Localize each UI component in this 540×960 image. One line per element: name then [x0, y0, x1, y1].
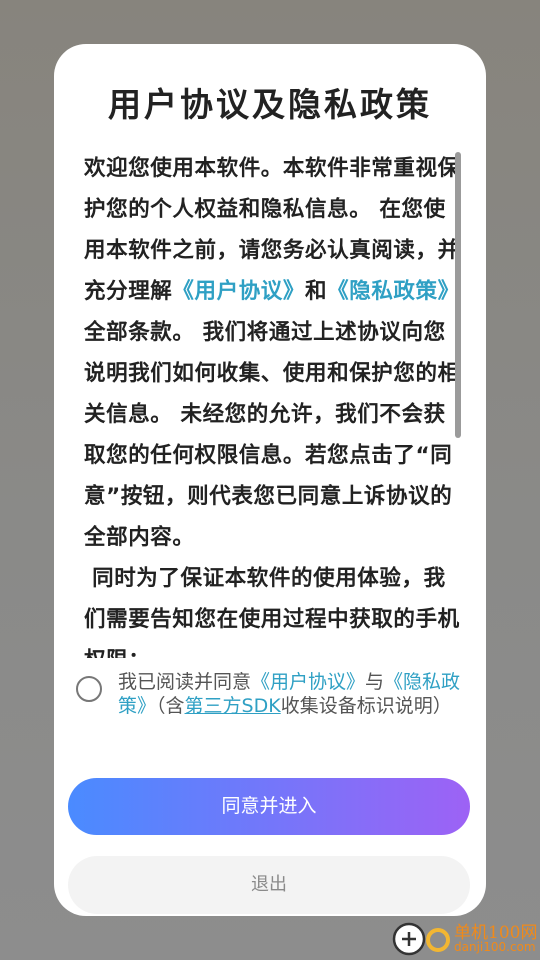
- agreement-paragraph-2: 同时为了保证本软件的使用体验，我们需要告知您在使用过程中获取的手机权限：: [84, 566, 460, 658]
- consent-user-agreement-link[interactable]: 《用户协议》: [251, 671, 365, 693]
- agreement-body: 欢迎您使用本软件。本软件非常重视保护您的个人权益和隐私信息。 在您使用本软件之前…: [84, 148, 464, 658]
- watermark-url: danji100.com: [454, 940, 536, 954]
- consent-text: 我已阅读并同意《用户协议》与《隐私政策》（含第三方SDK收集设备标识说明）: [118, 670, 474, 718]
- watermark-ring-icon: [426, 928, 450, 952]
- agree-and-enter-button[interactable]: 同意并进入: [68, 778, 470, 835]
- consent-prefix: 我已阅读并同意: [118, 671, 252, 693]
- site-watermark: 单机100网 danji100.com: [390, 916, 540, 960]
- consent-and: 与: [365, 671, 385, 693]
- scrollbar-thumb[interactable]: [455, 152, 461, 438]
- watermark-logo-icon: [392, 922, 426, 956]
- agreement-paragraph-1: 欢迎您使用本软件。本软件非常重视保护您的个人权益和隐私信息。 在您使用本软件之前…: [84, 148, 464, 558]
- third-party-sdk-link[interactable]: 第三方SDK: [185, 695, 281, 717]
- agreement-scroll-area[interactable]: 欢迎您使用本软件。本软件非常重视保护您的个人权益和隐私信息。 在您使用本软件之前…: [84, 148, 464, 658]
- agreement-text-and: 和: [305, 279, 328, 304]
- privacy-policy-link[interactable]: 《隐私政策》: [327, 279, 460, 304]
- exit-button[interactable]: 退出: [68, 856, 470, 914]
- consent-suffix: 收集设备标识说明）: [280, 695, 452, 717]
- consent-radio-button[interactable]: [76, 676, 102, 702]
- dialog-title: 用户协议及隐私政策: [108, 85, 432, 124]
- agreement-text-terms: 全部条款。 我们将通过上述协议向您说明我们如何收集、使用和保护您的相关信息。 未…: [84, 320, 460, 550]
- privacy-dialog: 用户协议及隐私政策 欢迎您使用本软件。本软件非常重视保护您的个人权益和隐私信息。…: [54, 44, 486, 916]
- consent-paren-prefix: （含: [156, 695, 185, 717]
- user-agreement-link[interactable]: 《用户协议》: [172, 279, 305, 304]
